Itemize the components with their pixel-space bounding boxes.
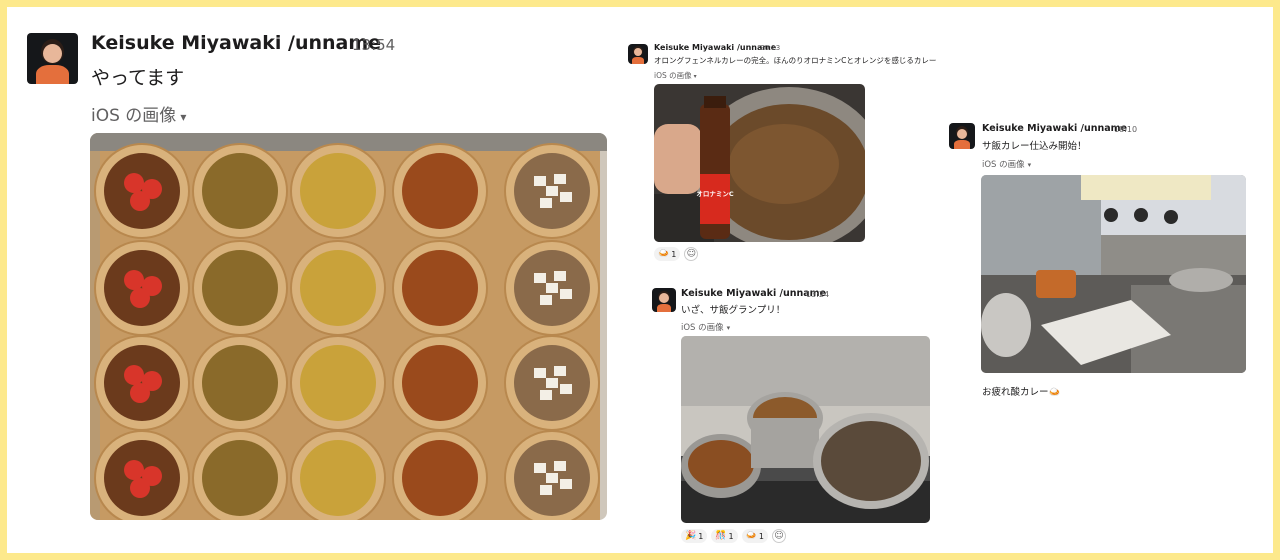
- reaction-bar: 🍛 1 ☺: [654, 247, 699, 261]
- bowl-content: [104, 250, 180, 326]
- onion: [540, 485, 552, 495]
- reaction-emoji: 🎉: [685, 531, 697, 541]
- attached-image[interactable]: [981, 175, 1246, 373]
- tomato: [130, 383, 150, 403]
- curry-bowls-photo: [90, 133, 607, 520]
- attached-image[interactable]: [90, 133, 607, 520]
- bowl-content: [300, 153, 376, 229]
- message-caption: お疲れ酸カレー🍛: [982, 387, 1061, 398]
- reaction-bar: 🎉 1 🎊 1 🍛 1 ☺: [681, 529, 786, 543]
- pot-and-bottle-photo: オロナミンC: [654, 84, 865, 242]
- tomato: [130, 288, 150, 308]
- bowl-content: [402, 250, 478, 326]
- bowl-content: [202, 250, 278, 326]
- bowl-content: [202, 345, 278, 421]
- tomato: [124, 460, 144, 480]
- attached-image[interactable]: [681, 336, 930, 523]
- message-text: いざ、サ飯グランプリ！: [681, 305, 786, 316]
- reaction-emoji: 🎊: [715, 531, 727, 541]
- onion: [546, 378, 558, 388]
- bowl-content: [104, 345, 180, 421]
- file-label-text: iOS の画像: [654, 71, 692, 80]
- onion: [534, 368, 546, 378]
- file-toggle[interactable]: iOS の画像 ▾: [654, 70, 697, 81]
- file-toggle[interactable]: iOS の画像 ▾: [681, 321, 730, 333]
- reaction-count: 1: [758, 531, 764, 541]
- reaction-count: 1: [728, 531, 734, 541]
- onion: [534, 273, 546, 283]
- reaction-emoji: 🍛: [658, 249, 670, 259]
- bowl-content: [202, 440, 278, 516]
- onion: [560, 289, 572, 299]
- tomato: [124, 365, 144, 385]
- onion: [554, 271, 566, 281]
- chevron-down-icon: ▾: [726, 324, 731, 332]
- file-label-text: iOS の画像: [91, 106, 177, 126]
- add-reaction-icon[interactable]: ☺: [684, 247, 699, 261]
- timestamp[interactable]: 13:54: [352, 36, 395, 54]
- bowl-content: [300, 440, 376, 516]
- avatar[interactable]: [652, 288, 676, 312]
- author-name[interactable]: Keisuke Miyawaki /unname: [681, 288, 826, 299]
- bowl-content: [300, 345, 376, 421]
- reaction-pill[interactable]: 🎊 1: [711, 529, 738, 543]
- chevron-down-icon: ▾: [693, 73, 697, 80]
- message-text: やってます: [91, 67, 185, 89]
- onion: [554, 174, 566, 184]
- message-text: サ飯カレー仕込み開始！: [982, 141, 1087, 152]
- tomato: [130, 478, 150, 498]
- onion: [560, 192, 572, 202]
- author-name[interactable]: Keisuke Miyawaki /unname: [982, 123, 1127, 134]
- bowl-content: [300, 250, 376, 326]
- author-name[interactable]: Keisuke Miyawaki /unname: [91, 32, 381, 54]
- attached-image[interactable]: オロナミンC: [654, 84, 865, 242]
- tomato: [124, 270, 144, 290]
- bowl-content: [104, 153, 180, 229]
- timestamp[interactable]: 20:23: [760, 44, 780, 52]
- bottle-label: オロナミンC: [696, 190, 734, 198]
- onion: [534, 176, 546, 186]
- timestamp[interactable]: 18:10: [1114, 125, 1137, 134]
- stove-pots-photo: [681, 336, 930, 523]
- onion: [546, 186, 558, 196]
- onion: [540, 198, 552, 208]
- tomato: [124, 173, 144, 193]
- onion: [554, 366, 566, 376]
- bowl-content: [402, 153, 478, 229]
- bowl-content: [402, 345, 478, 421]
- bowl-content: [104, 440, 180, 516]
- onion: [540, 295, 552, 305]
- onion: [560, 384, 572, 394]
- avatar[interactable]: [949, 123, 975, 149]
- file-toggle[interactable]: iOS の画像 ▾: [982, 158, 1031, 170]
- chevron-down-icon: ▾: [1027, 161, 1032, 169]
- onion: [554, 461, 566, 471]
- avatar[interactable]: [27, 33, 78, 84]
- chevron-down-icon: ▾: [180, 110, 187, 124]
- reaction-count: 1: [671, 249, 677, 259]
- reaction-pill[interactable]: 🎉 1: [681, 529, 708, 543]
- onion: [546, 473, 558, 483]
- reaction-pill[interactable]: 🍛 1: [654, 247, 681, 261]
- avatar[interactable]: [628, 44, 648, 64]
- reaction-pill[interactable]: 🍛 1: [741, 529, 768, 543]
- reaction-emoji: 🍛: [745, 531, 757, 541]
- file-toggle[interactable]: iOS の画像 ▾: [91, 101, 186, 126]
- onion: [540, 390, 552, 400]
- author-name[interactable]: Keisuke Miyawaki /unname: [654, 43, 776, 52]
- kitchen-prep-photo: [981, 175, 1246, 373]
- bowl-content: [402, 440, 478, 516]
- reaction-count: 1: [698, 531, 704, 541]
- onion: [534, 463, 546, 473]
- timestamp[interactable]: 13:24: [806, 290, 829, 299]
- add-reaction-icon[interactable]: ☺: [771, 529, 786, 543]
- file-label-text: iOS の画像: [982, 160, 1025, 170]
- message-text: オロングフェンネルカレーの完全。ほんのりオロナミンCとオレンジを感じるカレー: [654, 56, 937, 65]
- tomato: [130, 191, 150, 211]
- bowl-content: [202, 153, 278, 229]
- file-label-text: iOS の画像: [681, 323, 724, 333]
- onion: [560, 479, 572, 489]
- onion: [546, 283, 558, 293]
